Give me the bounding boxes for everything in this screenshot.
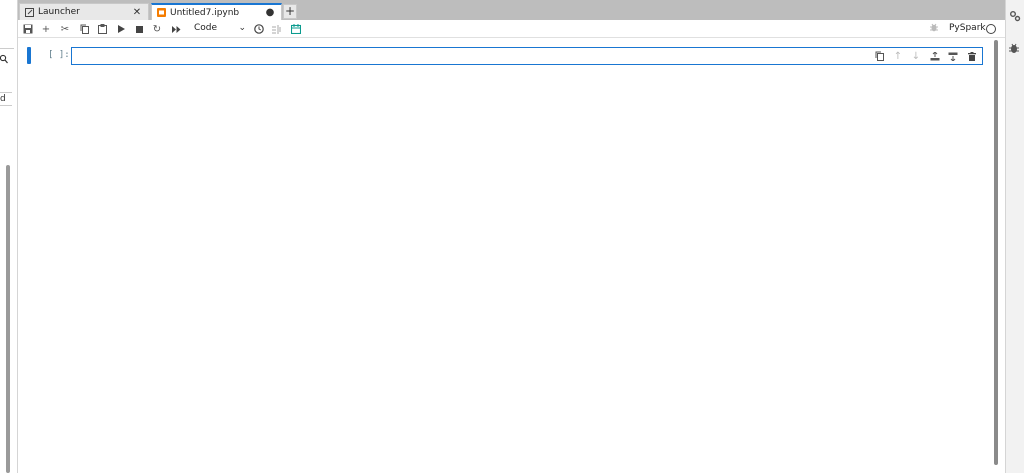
- paste-icon[interactable]: [95, 22, 109, 36]
- left-sidebar-divider: [0, 48, 14, 49]
- tab-label: Untitled7.ipynb: [170, 7, 240, 18]
- unsaved-dot-icon[interactable]: ●: [264, 7, 276, 18]
- kernel-name[interactable]: PySpark: [949, 23, 986, 33]
- duplicate-icon[interactable]: [872, 49, 886, 63]
- add-cell-icon[interactable]: +: [39, 22, 53, 36]
- code-cell-editor[interactable]: [71, 47, 983, 65]
- input-prompt: [ ]:: [48, 50, 70, 60]
- right-sidebar: [1005, 0, 1024, 473]
- move-down-icon[interactable]: ↓: [909, 49, 923, 63]
- format-icon[interactable]: [270, 22, 284, 36]
- restart-icon[interactable]: ↻: [150, 22, 164, 36]
- left-scrollbar[interactable]: [6, 165, 10, 473]
- run-all-icon[interactable]: [169, 22, 183, 36]
- notebook-scrollbar[interactable]: [994, 40, 998, 465]
- delete-icon[interactable]: [965, 49, 979, 63]
- cell-type-value: Code: [194, 23, 218, 33]
- tab-launcher[interactable]: Launcher ✕: [19, 3, 149, 20]
- notebook-panel: [18, 39, 996, 473]
- tab-label: Launcher: [38, 7, 80, 17]
- add-tab-button[interactable]: +: [283, 4, 297, 19]
- run-icon[interactable]: [114, 22, 128, 36]
- launcher-icon: [25, 7, 34, 17]
- cell-collapser[interactable]: [27, 47, 31, 64]
- notebook-toolbar: [18, 20, 1005, 38]
- chevron-down-icon: ⌄: [238, 23, 246, 33]
- clock-icon[interactable]: [252, 22, 266, 36]
- property-inspector-gear-icon[interactable]: [1009, 10, 1021, 25]
- insert-above-icon[interactable]: [928, 49, 942, 63]
- cut-icon[interactable]: ✂: [58, 22, 72, 36]
- schedule-icon[interactable]: [289, 22, 303, 36]
- close-icon[interactable]: ✕: [131, 7, 143, 18]
- left-sidebar-item[interactable]: d: [0, 92, 12, 106]
- search-icon[interactable]: [0, 54, 8, 67]
- tab-untitled7[interactable]: Untitled7.ipynb ●: [151, 3, 282, 20]
- debugger-bug-icon[interactable]: [1009, 43, 1019, 57]
- move-up-icon[interactable]: ↑: [891, 49, 905, 63]
- save-icon[interactable]: [21, 22, 35, 36]
- cell-type-select[interactable]: Code ⌄: [194, 21, 248, 36]
- copy-icon[interactable]: [77, 22, 91, 36]
- debugger-icon[interactable]: [930, 23, 938, 35]
- stop-icon[interactable]: [132, 22, 146, 36]
- notebook-icon: [157, 8, 166, 17]
- insert-below-icon[interactable]: [946, 49, 960, 63]
- kernel-status-icon: [986, 24, 996, 34]
